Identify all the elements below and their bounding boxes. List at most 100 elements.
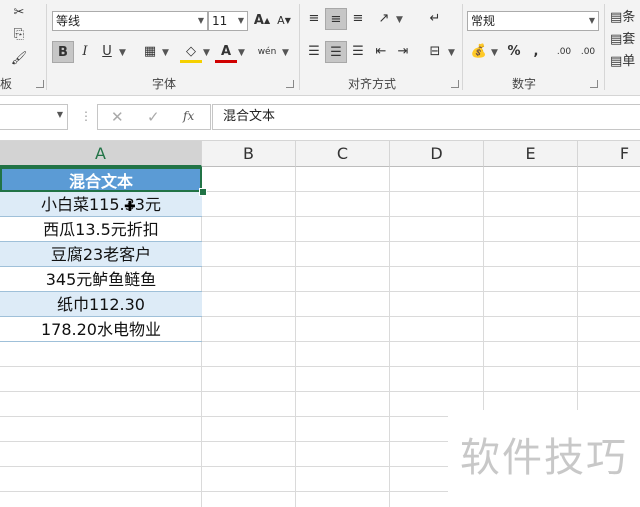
bold-button[interactable]: B — [52, 41, 74, 63]
increase-decimal-label: .00 — [556, 47, 572, 57]
orientation-icon[interactable]: ↗ — [373, 8, 395, 30]
shrink-font-button[interactable]: A▼ — [273, 10, 295, 32]
column-header-a[interactable]: A — [0, 141, 202, 167]
phonetic-button[interactable]: wén — [256, 41, 278, 63]
cursor-cross-icon: ✚ — [124, 199, 136, 215]
cell-a3[interactable]: 西瓜13.5元折扣 — [0, 217, 202, 242]
font-color-button[interactable]: A — [215, 41, 237, 63]
cell-a1[interactable]: 混合文本 — [0, 167, 202, 192]
align-right-icon[interactable]: ☰ — [347, 41, 369, 63]
cell-a7[interactable]: 178.20水电物业 — [0, 317, 202, 342]
group-number-label: 数字 — [512, 77, 537, 91]
align-center-icon[interactable]: ☰ — [325, 41, 347, 63]
border-icon[interactable]: ▦ — [139, 41, 161, 63]
grow-font-button[interactable]: A▲ — [251, 10, 273, 32]
align-left-icon[interactable]: ☰ — [303, 41, 325, 63]
font-size-value: 11 — [212, 14, 228, 28]
column-header-b[interactable]: B — [202, 141, 296, 167]
align-bottom-icon[interactable]: ≡ — [347, 8, 369, 30]
font-size-combo[interactable]: 11 ▼ — [208, 11, 248, 31]
italic-button[interactable]: I — [74, 41, 96, 63]
clipboard-launcher-icon[interactable] — [36, 80, 44, 88]
chevron-down-icon[interactable]: ▼ — [238, 48, 245, 58]
phonetic-label: wén — [257, 47, 277, 57]
separator — [604, 4, 605, 90]
number-format-combo[interactable]: 常规 ▼ — [467, 11, 599, 31]
group-font-label: 字体 — [152, 77, 177, 91]
conditional-format-item[interactable]: ▤条 — [610, 6, 635, 25]
font-launcher-icon[interactable] — [286, 80, 294, 88]
cancel-icon[interactable]: ✕ — [111, 108, 124, 126]
chevron-down-icon[interactable]: ▼ — [57, 110, 63, 119]
formula-buttons: ✕ ✓ fx — [97, 104, 211, 130]
comma-button[interactable]: , — [525, 41, 547, 63]
confirm-icon[interactable]: ✓ — [147, 108, 160, 126]
chevron-down-icon[interactable]: ▼ — [119, 48, 126, 58]
fill-color-icon[interactable]: ◇ — [180, 41, 202, 63]
table-format-item[interactable]: ▤套 — [610, 28, 635, 47]
font-name-combo[interactable]: 等线 ▼ — [52, 11, 208, 31]
separator — [46, 4, 47, 90]
underline-label: U — [102, 44, 112, 59]
comma-label: , — [533, 44, 539, 59]
copy-icon[interactable]: ⎘ — [8, 24, 30, 46]
align-middle-icon[interactable]: ≡ — [325, 8, 347, 30]
wrap-text-icon[interactable]: ↵ — [424, 8, 446, 30]
underline-button[interactable]: U — [96, 41, 118, 63]
group-clipboard-label: 板 — [0, 77, 13, 91]
chevron-down-icon[interactable]: ▼ — [203, 48, 210, 58]
cell-style-item[interactable]: ▤单 — [610, 50, 635, 69]
chevron-down-icon: ▼ — [588, 16, 595, 25]
ribbon: ✂ ⎘ 🖌 板 等线 ▼ 11 ▼ A▲ A▼ B I U ▼ ▦ ▼ ◇ ▼ … — [0, 0, 640, 96]
increase-decimal-button[interactable]: .00 — [553, 41, 575, 63]
column-header-f[interactable]: F — [578, 141, 640, 167]
chevron-down-icon: ▼ — [197, 16, 204, 25]
conditional-format-label: 条 — [622, 10, 636, 25]
align-top-icon[interactable]: ≡ — [303, 8, 325, 30]
group-align-label: 对齐方式 — [348, 77, 397, 91]
cell-a6[interactable]: 纸巾112.30 — [0, 292, 202, 317]
insert-function-button[interactable]: fx — [183, 109, 194, 123]
bold-label: B — [58, 45, 68, 60]
separator — [462, 4, 463, 90]
chevron-down-icon[interactable]: ▼ — [162, 48, 169, 58]
decrease-decimal-label: .00 — [580, 47, 596, 57]
cell-style-label: 单 — [622, 54, 636, 69]
cell-a2[interactable]: 小白菜115.33元 — [0, 192, 202, 217]
decrease-decimal-button[interactable]: .00 — [577, 41, 599, 63]
separator — [299, 4, 300, 90]
increase-indent-icon[interactable]: ⇥ — [392, 41, 414, 63]
align-launcher-icon[interactable] — [451, 80, 459, 88]
cell-a4[interactable]: 豆腐23老客户 — [0, 242, 202, 267]
chevron-down-icon: ▼ — [237, 16, 244, 25]
formula-input[interactable]: 混合文本 — [212, 104, 640, 130]
chevron-down-icon[interactable]: ▼ — [282, 48, 289, 58]
cut-icon[interactable]: ✂ — [8, 2, 30, 24]
watermark: 软件技巧 — [448, 410, 640, 507]
format-painter-icon[interactable]: 🖌 — [8, 48, 30, 70]
column-header-e[interactable]: E — [484, 141, 578, 167]
table-format-label: 套 — [622, 32, 636, 47]
chevron-down-icon[interactable]: ▼ — [491, 48, 498, 58]
column-header-c[interactable]: C — [296, 141, 390, 167]
grow-font-label: A — [253, 13, 264, 28]
fill-handle[interactable] — [199, 188, 207, 196]
more-options-icon[interactable]: ⋮ — [80, 109, 92, 123]
percent-button[interactable]: % — [503, 41, 525, 63]
font-name-value: 等线 — [56, 14, 81, 28]
gridline — [0, 366, 640, 367]
column-header-d[interactable]: D — [390, 141, 484, 167]
name-box[interactable]: ▼ — [0, 104, 68, 130]
italic-label: I — [82, 44, 88, 59]
currency-icon[interactable]: 💰 — [468, 41, 490, 63]
decrease-indent-icon[interactable]: ⇤ — [370, 41, 392, 63]
shrink-font-label: A — [277, 14, 285, 27]
gridline — [295, 167, 296, 507]
chevron-down-icon[interactable]: ▼ — [396, 15, 403, 25]
merge-center-icon[interactable]: ⊟ — [424, 41, 446, 63]
number-launcher-icon[interactable] — [590, 80, 598, 88]
cell-a5[interactable]: 345元鲈鱼鲢鱼 — [0, 267, 202, 292]
percent-label: % — [507, 44, 521, 59]
chevron-down-icon[interactable]: ▼ — [448, 48, 455, 58]
gridline — [0, 391, 640, 392]
